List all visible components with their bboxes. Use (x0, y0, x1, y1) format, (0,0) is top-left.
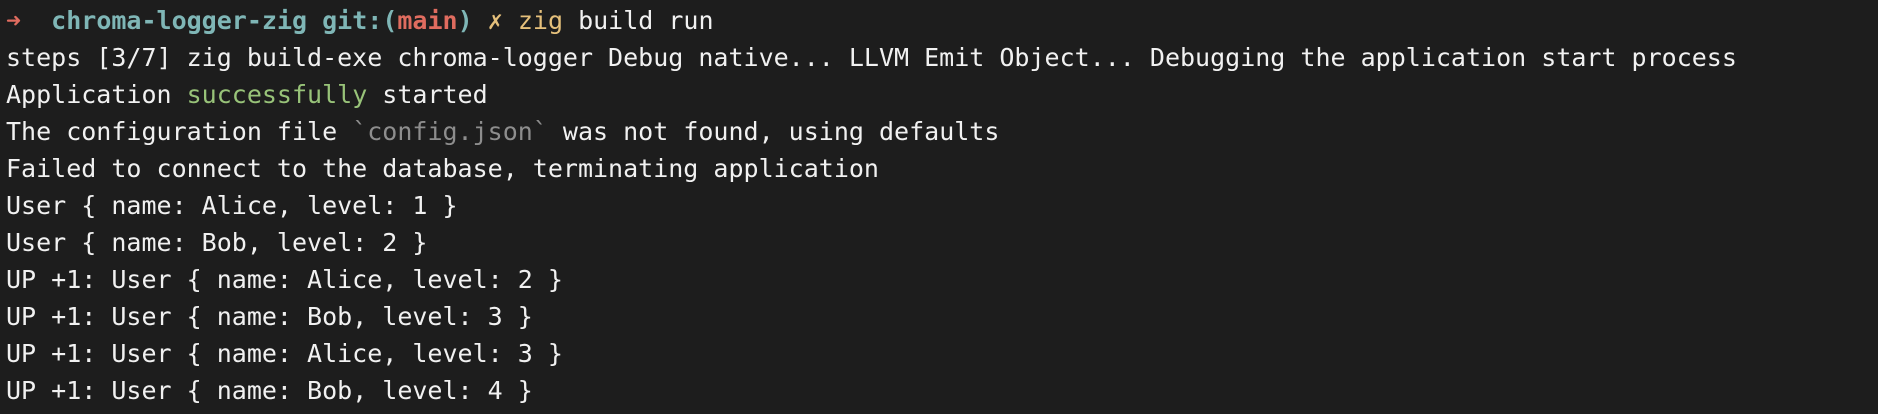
git-suffix: ) (457, 6, 473, 35)
git-prefix: git:( (322, 6, 398, 35)
config-line-before: The configuration file (6, 117, 353, 146)
success-line-before: Application (6, 80, 187, 109)
command-args: build run (578, 6, 714, 35)
steps-line: steps [3/7] zig build-exe chroma-logger … (6, 43, 1737, 72)
dirty-mark-icon: ✗ (487, 6, 503, 35)
level-up-line: UP +1: User { name: Alice, level: 2 } (6, 265, 563, 294)
success-line: Application successfully started (6, 76, 1878, 113)
prompt-line: ➜ chroma-logger-zig git:(main) ✗ zig bui… (6, 2, 1878, 39)
level-up-line: UP +1: User { name: Alice, level: 3 } (6, 339, 563, 368)
terminal-window[interactable]: ➜ chroma-logger-zig git:(main) ✗ zig bui… (0, 0, 1878, 414)
level-up-line: UP +1: User { name: Bob, level: 4 } (6, 376, 533, 405)
success-line-after: started (367, 80, 488, 109)
user-line: User { name: Bob, level: 2 } (6, 228, 428, 257)
git-branch: main (397, 6, 458, 35)
command-name: zig (517, 6, 563, 35)
level-up-line: UP +1: User { name: Bob, level: 3 } (6, 302, 533, 331)
config-filename: `config.json` (352, 117, 548, 146)
success-highlight: successfully (186, 80, 368, 109)
config-line-after: was not found, using defaults (547, 117, 1000, 146)
config-line: The configuration file `config.json` was… (6, 113, 1878, 150)
current-directory: chroma-logger-zig (51, 6, 308, 35)
user-line: User { name: Alice, level: 1 } (6, 191, 458, 220)
prompt-arrow-icon: ➜ (6, 6, 22, 35)
database-error-line: Failed to connect to the database, termi… (6, 154, 879, 183)
